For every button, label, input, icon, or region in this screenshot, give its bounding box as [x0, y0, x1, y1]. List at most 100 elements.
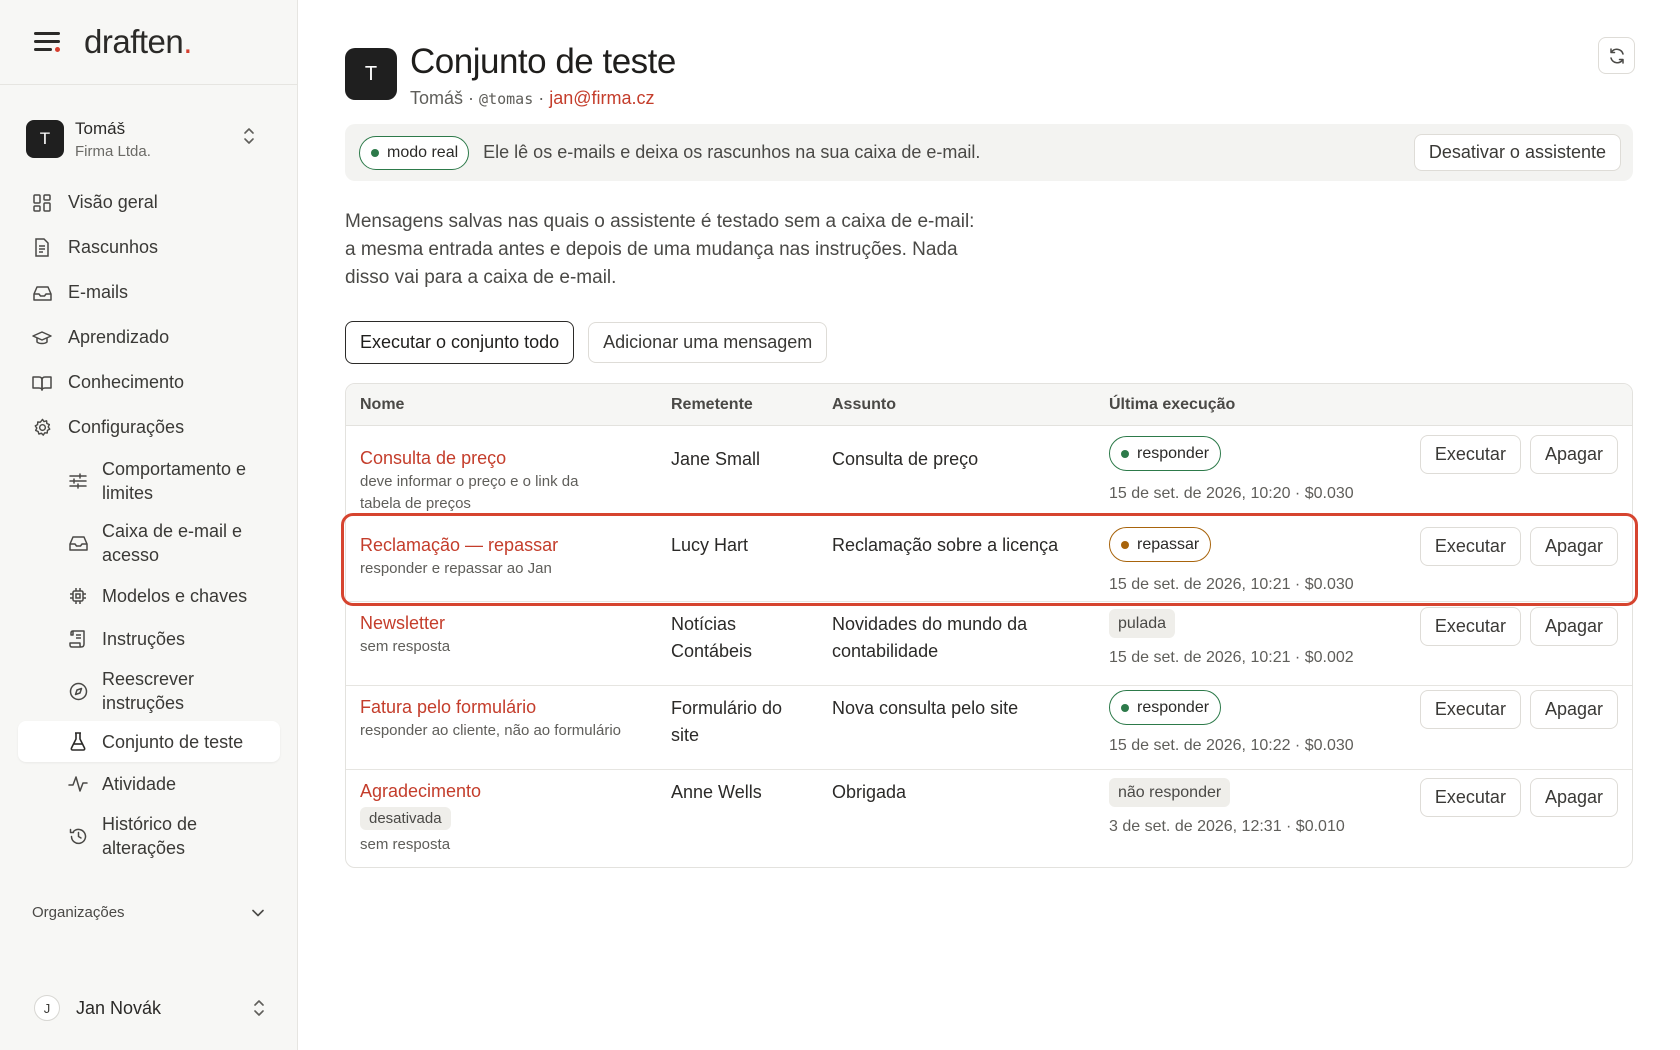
brand-bar: draften. — [0, 0, 297, 85]
sidebar-item-label: Modelos e chaves — [102, 585, 248, 606]
sidebar-item-label: Rascunhos — [68, 237, 159, 257]
delete-button[interactable]: Apagar — [1529, 778, 1618, 817]
sender-cell: Notícias Contábeis — [671, 614, 753, 661]
status-badge: responder — [1109, 690, 1222, 725]
last-run-meta: 15 de set. de 2026, 10:21 · $0.030 — [1109, 576, 1354, 593]
logo[interactable]: draften. — [84, 23, 192, 61]
sidebar-item-conjunto-de-teste[interactable]: Conjunto de teste — [18, 721, 280, 762]
sidebar-item-e-mails[interactable]: E-mails — [18, 270, 280, 315]
sliders-icon — [68, 471, 88, 491]
refresh-button[interactable] — [1598, 37, 1635, 74]
sidebar: draften. T Tomáš Firma Ltda. Visão geral… — [0, 0, 298, 1050]
test-name-link[interactable]: Consulta de preço — [360, 446, 650, 470]
status-label: não responder — [1118, 783, 1222, 801]
sender-cell: Anne Wells — [671, 782, 762, 802]
sidebar-item-conhecimento[interactable]: Conhecimento — [18, 360, 280, 405]
scroll-icon — [68, 629, 88, 649]
subject-cell: Reclamação sobre a licença — [832, 535, 1059, 555]
sidebar-item-modelos[interactable]: Modelos e chaves — [68, 574, 280, 617]
test-note: sem resposta — [360, 638, 451, 655]
mode-label: modo real — [387, 143, 459, 161]
delete-button[interactable]: Apagar — [1529, 435, 1618, 474]
status-label: repassar — [1137, 535, 1200, 553]
status-label: responder — [1137, 698, 1210, 716]
table-row: Fatura pelo formulário responder ao clie… — [346, 686, 1632, 770]
chevron-down-icon — [252, 909, 264, 916]
sidebar-item-visao-geral[interactable]: Visão geral — [18, 180, 280, 225]
sidebar-item-atividade[interactable]: Atividade — [68, 762, 280, 805]
test-name-link[interactable]: Reclamação — repassar — [360, 533, 650, 557]
sidebar-item-instrucoes[interactable]: Instruções — [68, 617, 280, 661]
run-button[interactable]: Executar — [1419, 690, 1521, 729]
status-label: responder — [1137, 444, 1210, 462]
sidebar-item-configuracoes[interactable]: Configurações — [18, 405, 280, 450]
disable-assistant-button[interactable]: Desativar o assistente — [1413, 134, 1621, 171]
column-header-subject: Assunto — [832, 396, 896, 413]
status-badge: repassar — [1109, 527, 1212, 562]
run-button[interactable]: Executar — [1419, 778, 1521, 817]
table-row: Consulta de preço deve informar o preço … — [346, 426, 1632, 517]
sidebar-item-historico[interactable]: Histórico de alterações — [68, 805, 280, 867]
delete-button[interactable]: Apagar — [1529, 527, 1618, 566]
test-note: responder e repassar ao Jan — [360, 560, 552, 577]
sidebar-item-label: Atividade — [102, 773, 177, 794]
sidebar-item-label: E-mails — [68, 282, 129, 302]
test-name-link[interactable]: Newsletter — [360, 611, 650, 635]
run-all-button[interactable]: Executar o conjunto todo — [345, 321, 575, 364]
history-icon — [68, 826, 88, 846]
sender-cell: Jane Small — [671, 449, 761, 469]
table-row: Reclamação — repassar responder e repass… — [346, 517, 1632, 602]
mode-description: Ele lê os e-mails e deixa os rascunhos n… — [483, 142, 981, 162]
run-button[interactable]: Executar — [1419, 435, 1521, 474]
test-name-link[interactable]: Agradecimento — [360, 779, 650, 803]
page-header: T Conjunto de teste Tomáš · @tomas · jan… — [345, 42, 676, 109]
column-header-last-run: Última execução — [1109, 396, 1236, 413]
sidebar-item-rascunhos[interactable]: Rascunhos — [18, 225, 280, 270]
sidebar-item-label: Conhecimento — [68, 372, 185, 392]
sidebar-item-reescrever[interactable]: Reescrever instruções — [68, 661, 280, 721]
subject-cell: Nova consulta pelo site — [832, 698, 1019, 718]
graduation-cap-icon — [32, 328, 52, 348]
run-button[interactable]: Executar — [1419, 527, 1521, 566]
subject-cell: Obrigada — [832, 782, 907, 802]
sender-cell: Formulário do site — [671, 698, 783, 745]
run-button[interactable]: Executar — [1419, 607, 1521, 646]
sidebar-item-label: Caixa de e-mail e acesso — [102, 521, 243, 565]
profile-meta: Tomáš · @tomas · jan@firma.cz — [410, 88, 676, 109]
table-row: Agradecimento desativada sem resposta An… — [346, 770, 1632, 867]
subject-cell: Consulta de preço — [832, 449, 979, 469]
add-message-button[interactable]: Adicionar uma mensagem — [588, 322, 828, 363]
sidebar-item-aprendizado[interactable]: Aprendizado — [18, 315, 280, 360]
subject-cell: Novidades do mundo da contabilidade — [832, 614, 1028, 661]
test-name-link[interactable]: Fatura pelo formulário — [360, 695, 650, 719]
page-title: Conjunto de teste — [410, 42, 676, 81]
delete-button[interactable]: Apagar — [1529, 690, 1618, 729]
organizations-label: Organizações — [32, 904, 125, 921]
inbox-icon — [32, 283, 52, 303]
test-note: responder ao cliente, não ao formulário — [360, 722, 621, 739]
organizations-toggle[interactable]: Organizações — [32, 904, 264, 921]
user-menu[interactable]: J Jan Novák — [34, 990, 266, 1026]
table-row: Newsletter sem resposta Notícias Contábe… — [346, 602, 1632, 686]
sidebar-item-label: Instruções — [102, 629, 186, 649]
status-dot — [1121, 703, 1129, 712]
sidebar-item-comportamento[interactable]: Comportamento e limites — [68, 450, 280, 512]
account-avatar: T — [26, 120, 64, 158]
chevron-updown-icon — [254, 1000, 264, 1016]
sidebar-item-label: Configurações — [68, 417, 185, 437]
owner-email-link[interactable]: jan@firma.cz — [549, 88, 654, 108]
sidebar-item-label: Visão geral — [68, 192, 158, 212]
last-run-meta: 15 de set. de 2026, 10:20 · $0.030 — [1109, 485, 1354, 502]
activity-icon — [68, 774, 88, 794]
account-switcher[interactable]: T Tomáš Firma Ltda. — [26, 112, 276, 166]
last-run-meta: 3 de set. de 2026, 12:31 · $0.010 — [1109, 818, 1345, 835]
status-badge: não responder — [1109, 778, 1231, 807]
sidebar-item-caixa-de-email[interactable]: Caixa de e-mail e acesso — [68, 512, 280, 574]
document-icon — [32, 238, 52, 258]
status-badge: pulada — [1109, 609, 1176, 638]
delete-button[interactable]: Apagar — [1529, 607, 1618, 646]
menu-icon[interactable] — [34, 32, 60, 52]
status-label: pulada — [1118, 614, 1167, 632]
sidebar-item-label: Conjunto de teste — [102, 731, 244, 752]
flask-icon — [68, 732, 88, 752]
